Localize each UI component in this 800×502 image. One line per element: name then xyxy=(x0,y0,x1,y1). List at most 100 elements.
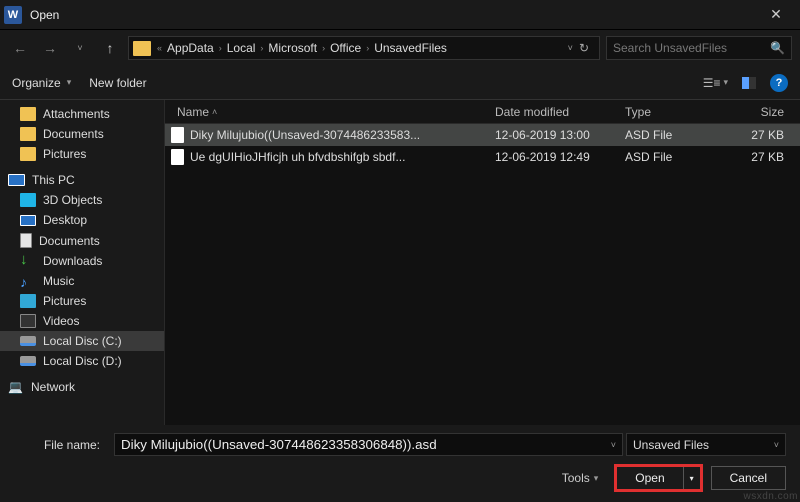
sidebar-network[interactable]: Network xyxy=(0,377,164,397)
column-headers: Name ˄ Date modified Type Size xyxy=(165,100,800,124)
disk-icon xyxy=(20,356,36,366)
sidebar-item-label: Local Disc (D:) xyxy=(43,354,122,368)
open-button-main[interactable]: Open xyxy=(617,467,683,489)
sidebar-item[interactable]: 3D Objects xyxy=(0,190,164,210)
recent-chevron[interactable]: ˅ xyxy=(68,36,92,60)
breadcrumb-dropdown[interactable]: ˅ xyxy=(568,43,573,53)
dl-icon xyxy=(20,254,36,268)
sidebar-item[interactable]: Pictures xyxy=(0,291,164,311)
tools-menu[interactable]: Tools ▾ xyxy=(562,471,599,485)
col-date[interactable]: Date modified xyxy=(495,105,625,119)
sidebar-item[interactable]: Desktop xyxy=(0,210,164,230)
table-row[interactable]: Diky Milujubio((Unsaved-3074486233583...… xyxy=(165,124,800,146)
crumb[interactable]: Local xyxy=(224,41,259,55)
preview-pane-button[interactable] xyxy=(742,77,756,89)
search-input[interactable]: Search UnsavedFiles 🔍 xyxy=(606,36,792,60)
open-button[interactable]: Open ▾ xyxy=(616,466,700,490)
sidebar-item[interactable]: Pictures xyxy=(0,144,164,164)
sidebar-item-label: Downloads xyxy=(43,254,102,268)
chevron-right-icon: › xyxy=(258,43,265,53)
sidebar-item[interactable]: Local Disc (C:) xyxy=(0,331,164,351)
cell-date: 12-06-2019 12:49 xyxy=(495,150,625,164)
chevron-right-icon: › xyxy=(364,43,371,53)
search-icon: 🔍 xyxy=(770,41,785,55)
sidebar-item[interactable]: Downloads xyxy=(0,251,164,271)
dialog-title: Open xyxy=(30,8,756,22)
filename-label: File name: xyxy=(14,438,104,452)
sidebar-item-label: Pictures xyxy=(43,147,86,161)
close-button[interactable]: ✕ xyxy=(756,6,796,23)
sidebar-item[interactable]: Music xyxy=(0,271,164,291)
chevron-down-icon: ▾ xyxy=(594,473,599,484)
doc-icon xyxy=(20,233,32,248)
network-icon xyxy=(8,380,24,394)
chevron-right-icon: › xyxy=(320,43,327,53)
sidebar-item[interactable]: Attachments xyxy=(0,104,164,124)
sidebar-item[interactable]: Documents xyxy=(0,124,164,144)
new-folder-button[interactable]: New folder xyxy=(89,76,146,90)
chevron-down-icon: ▾ xyxy=(67,77,72,88)
cell-name: Ue dgUIHioJHficjh uh bfvdbshifgb sbdf... xyxy=(171,149,495,165)
folder-icon xyxy=(20,147,36,161)
crumb[interactable]: Office xyxy=(327,41,364,55)
3d-icon xyxy=(20,193,36,207)
sidebar-item-label: Desktop xyxy=(43,213,87,227)
details-view-icon: ☰≡ xyxy=(703,76,721,90)
back-button[interactable]: ← xyxy=(8,36,32,60)
footer: File name: ˅ Unsaved Files ˅ Tools ▾ Ope… xyxy=(0,425,800,502)
new-folder-label: New folder xyxy=(89,76,146,90)
crumb[interactable]: Microsoft xyxy=(265,41,320,55)
view-options-button[interactable]: ☰≡ ▾ xyxy=(703,76,728,90)
sidebar-item[interactable]: Videos xyxy=(0,311,164,331)
cell-size: 27 KB xyxy=(730,150,800,164)
refresh-button[interactable]: ↻ xyxy=(579,41,589,55)
music-icon xyxy=(20,274,36,288)
vid-icon xyxy=(20,314,36,328)
sidebar-item-label: Attachments xyxy=(43,107,110,121)
navbar: ← → ˅ ↑ « AppData › Local › Microsoft › … xyxy=(0,30,800,66)
cell-date: 12-06-2019 13:00 xyxy=(495,128,625,142)
organize-menu[interactable]: Organize ▾ xyxy=(12,76,71,90)
col-type[interactable]: Type xyxy=(625,105,730,119)
folder-icon xyxy=(20,127,36,141)
sidebar-thispc[interactable]: This PC xyxy=(0,170,164,190)
cell-type: ASD File xyxy=(625,128,730,142)
table-row[interactable]: Ue dgUIHioJHficjh uh bfvdbshifgb sbdf...… xyxy=(165,146,800,168)
folder-icon xyxy=(20,107,36,121)
filename-input[interactable] xyxy=(114,433,623,456)
word-icon: W xyxy=(4,6,22,24)
watermark: wsxdn.com xyxy=(743,491,798,502)
cancel-button[interactable]: Cancel xyxy=(711,466,786,490)
desk-icon xyxy=(20,215,36,226)
search-placeholder: Search UnsavedFiles xyxy=(613,41,770,55)
file-icon xyxy=(171,127,184,143)
body: Attachments Documents Pictures This PC3D Ob… xyxy=(0,100,800,425)
crumb[interactable]: AppData xyxy=(164,41,217,55)
sidebar-item-label: Music xyxy=(43,274,74,288)
breadcrumb[interactable]: « AppData › Local › Microsoft › Office ›… xyxy=(128,36,600,60)
sidebar-item[interactable]: Local Disc (D:) xyxy=(0,351,164,371)
sidebar-item-label: Pictures xyxy=(43,294,86,308)
col-name[interactable]: Name ˄ xyxy=(171,105,495,119)
forward-button[interactable]: → xyxy=(38,36,62,60)
sidebar-item[interactable]: Documents xyxy=(0,230,164,251)
preview-pane-icon xyxy=(742,77,756,89)
sidebar: Attachments Documents Pictures This PC3D Ob… xyxy=(0,100,165,425)
sidebar-item-label: Local Disc (C:) xyxy=(43,334,122,348)
tools-label: Tools xyxy=(562,471,590,485)
help-button[interactable]: ? xyxy=(770,74,788,92)
sidebar-item-label: Documents xyxy=(39,234,100,248)
cell-size: 27 KB xyxy=(730,128,800,142)
chevron-right-icon: › xyxy=(217,43,224,53)
up-button[interactable]: ↑ xyxy=(98,36,122,60)
titlebar: W Open ✕ xyxy=(0,0,800,30)
file-list[interactable]: Diky Milujubio((Unsaved-3074486233583...… xyxy=(165,124,800,425)
filename-history-dropdown[interactable]: ˅ xyxy=(611,440,616,450)
crumb[interactable]: UnsavedFiles xyxy=(371,41,450,55)
col-size[interactable]: Size xyxy=(730,105,800,119)
sidebar-item-label: Network xyxy=(31,380,75,394)
file-type-filter[interactable]: Unsaved Files ˅ xyxy=(626,433,786,456)
open-button-dropdown[interactable]: ▾ xyxy=(684,474,700,483)
pic-icon xyxy=(20,294,36,308)
filter-label: Unsaved Files xyxy=(633,438,709,452)
